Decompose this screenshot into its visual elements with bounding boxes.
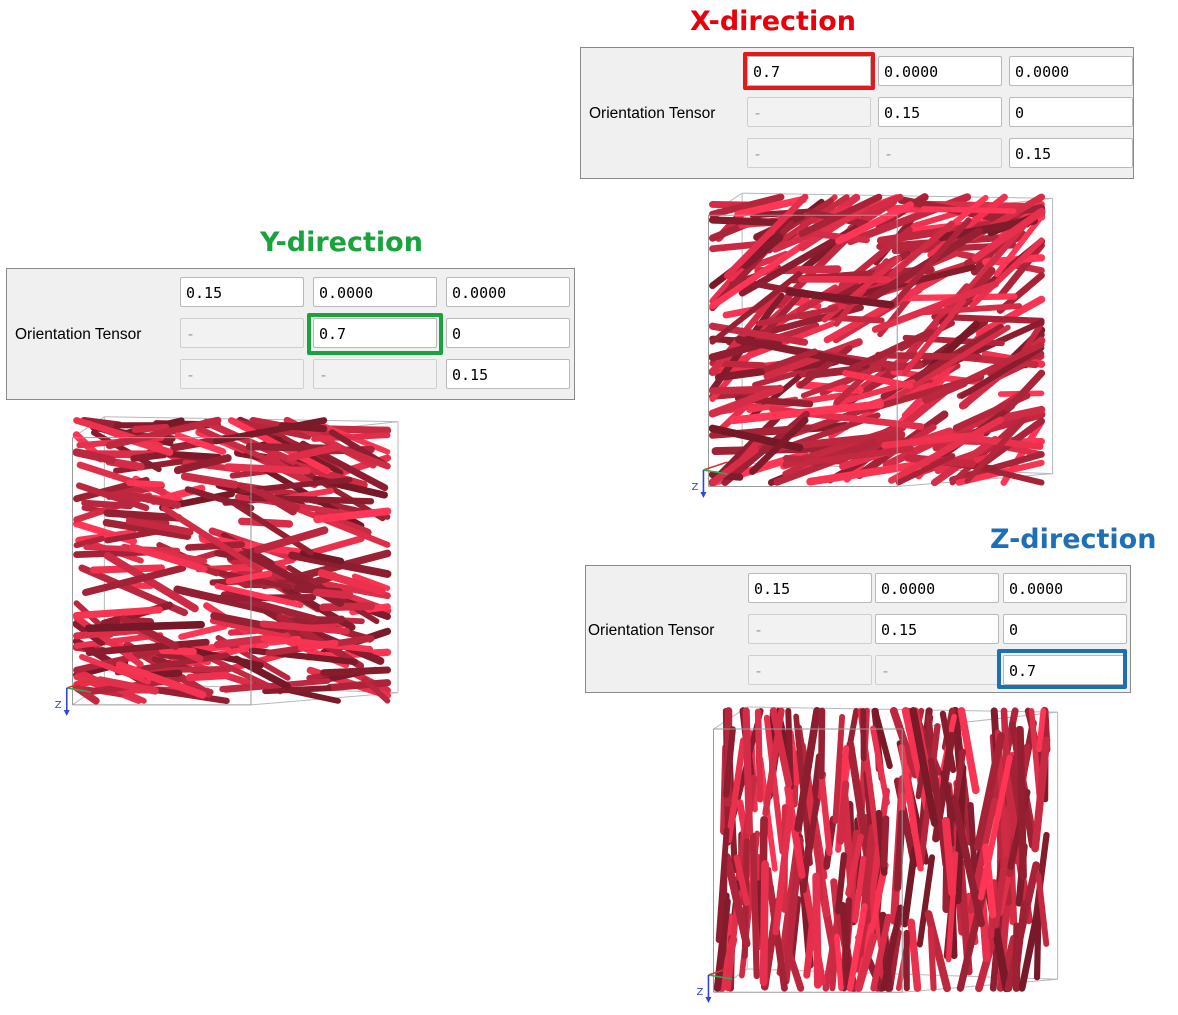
tensor-cell-yx: -	[748, 614, 872, 644]
tensor-cell-xx[interactable]: 0.15	[748, 573, 872, 603]
fiber	[147, 665, 233, 674]
tensor-cell-yz[interactable]: 0	[1009, 97, 1133, 127]
orientation-tensor-panel-z: Orientation Tensor 0.15 0.0000 0.0000 - …	[585, 565, 1131, 693]
fiber-group	[708, 193, 1046, 487]
tensor-cell-xz[interactable]: 0.0000	[1003, 573, 1127, 603]
tensor-cell-xz[interactable]: 0.0000	[1009, 56, 1133, 86]
fiber-volume-x-view: Z	[691, 192, 1054, 498]
tensor-cell-xy[interactable]: 0.0000	[878, 56, 1002, 86]
fiber	[880, 815, 890, 868]
fiber	[320, 666, 391, 677]
fiber	[326, 679, 392, 692]
tensor-cell-zz[interactable]: 0.7	[1003, 655, 1127, 685]
tensor-cell-yx: -	[180, 318, 304, 348]
tensor-cell-yy[interactable]: 0.15	[878, 97, 1002, 127]
fiber	[834, 933, 844, 992]
fiber	[312, 588, 354, 600]
z-axis-label: Z	[55, 700, 62, 711]
fiber	[81, 499, 134, 510]
orientation-tensor-panel-x: Orientation Tensor 0.7 0.0000 0.0000 - 0…	[580, 47, 1134, 179]
fiber	[185, 671, 231, 682]
tensor-cell-yz[interactable]: 0	[1003, 614, 1127, 644]
z-axis-label: Z	[696, 987, 703, 998]
fiber	[920, 206, 1017, 214]
orientation-tensor-label: Orientation Tensor	[15, 326, 142, 343]
tensor-cell-yy[interactable]: 0.15	[875, 614, 999, 644]
tensor-cell-xx[interactable]: 0.7	[747, 56, 871, 86]
fiber	[180, 472, 239, 489]
tensor-cell-yy[interactable]: 0.7	[313, 318, 437, 348]
fiber	[1016, 725, 1027, 881]
z-direction-title: Z-direction	[990, 524, 1157, 555]
tensor-cell-xy[interactable]: 0.0000	[313, 277, 437, 307]
fiber-volume-y-view: Z	[55, 416, 399, 716]
fiber-group	[72, 416, 392, 705]
tensor-cell-xy[interactable]: 0.0000	[875, 573, 999, 603]
tensor-cell-xz[interactable]: 0.0000	[446, 277, 570, 307]
tensor-cell-zy: -	[313, 359, 437, 389]
tensor-cell-yz[interactable]: 0	[446, 318, 570, 348]
fiber	[893, 809, 906, 892]
fiber	[297, 639, 339, 652]
tensor-cell-yx: -	[747, 97, 871, 127]
y-direction-title: Y-direction	[260, 227, 423, 258]
fiber	[254, 526, 329, 554]
fiber-volume-z-view: Z	[696, 706, 1059, 1003]
fiber	[131, 423, 170, 433]
tensor-cell-zy: -	[878, 138, 1002, 168]
fiber	[708, 216, 780, 226]
fiber	[224, 463, 312, 475]
tensor-cell-xx[interactable]: 0.15	[180, 277, 304, 307]
tensor-cell-zx: -	[747, 138, 871, 168]
tensor-cell-zx: -	[748, 655, 872, 685]
z-axis-label: Z	[691, 482, 698, 493]
fiber	[709, 241, 760, 253]
fiber	[901, 845, 919, 928]
fiber	[311, 432, 391, 442]
z-arrow-head	[63, 710, 70, 716]
z-arrow-head	[700, 492, 707, 498]
fiber	[754, 708, 764, 803]
fiber	[159, 646, 197, 656]
orientation-tensor-panel-y: Orientation Tensor 0.15 0.0000 0.0000 - …	[6, 268, 575, 400]
fiber	[185, 541, 246, 551]
z-arrow-head	[705, 997, 712, 1003]
tensor-cell-zx: -	[180, 359, 304, 389]
fiber	[130, 451, 167, 462]
fiber	[262, 685, 332, 695]
orientation-tensor-label: Orientation Tensor	[589, 105, 716, 122]
orientation-tensor-label: Orientation Tensor	[588, 622, 715, 639]
fiber	[319, 602, 376, 612]
tensor-cell-zz[interactable]: 0.15	[1009, 138, 1133, 168]
fiber	[126, 480, 165, 488]
fiber	[749, 832, 760, 980]
fiber	[812, 872, 822, 989]
fiber	[818, 772, 833, 856]
fiber-group	[713, 706, 1051, 993]
fiber	[927, 926, 937, 992]
fiber	[907, 918, 922, 992]
x-direction-title: X-direction	[690, 6, 856, 37]
tensor-cell-zy: -	[875, 655, 999, 685]
fiber	[817, 707, 826, 780]
tensor-cell-zz[interactable]: 0.15	[446, 359, 570, 389]
fiber	[84, 620, 205, 633]
fiber	[759, 860, 769, 986]
